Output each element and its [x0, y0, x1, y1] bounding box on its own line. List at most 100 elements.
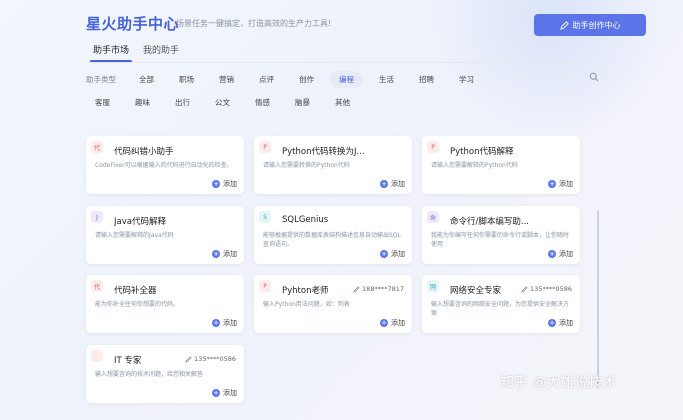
add-label: 添加	[559, 319, 573, 327]
assistant-description: 请输入您需要转换的Python代码	[263, 162, 350, 169]
author-name: 188****7817	[362, 285, 404, 293]
filter-chip[interactable]: 全部	[130, 71, 163, 88]
creator-center-label: 助手创作中心	[572, 20, 621, 30]
plus-icon: +	[212, 250, 220, 258]
filter-chip[interactable]: 营销	[210, 71, 243, 88]
plus-icon: +	[212, 180, 220, 188]
filter-chip[interactable]: 编程	[330, 70, 363, 88]
filter-chip[interactable]: 出行	[166, 94, 199, 111]
plus-icon: +	[380, 180, 388, 188]
filter-chip[interactable]: 公文	[206, 94, 239, 111]
search-icon[interactable]	[589, 72, 599, 82]
assistant-card[interactable]: S SQLGenius 能够根据提供的数据库表结构描述信息自动输出SQL查询语句。 +…	[254, 206, 412, 264]
type-filter: 助手类型 全部 职场 营销 点评 创作 编程 生活 招聘 学习 客服 趣味 出行 公文 情感 脑暴 其他	[86, 70, 606, 117]
assistant-title: 命令行/脚本编写助...	[450, 217, 529, 227]
add-assistant-button[interactable]: + 添加	[212, 179, 237, 189]
assistant-title: Pyhton老师	[282, 286, 329, 296]
tab-assistant-market[interactable]: 助手市场	[86, 44, 136, 62]
assistant-description: 输入想要咨询的网络安全问题，为您提供安全解决方案	[431, 301, 570, 317]
add-label: 添加	[559, 180, 573, 188]
assistant-description: 能够根据提供的数据库表结构描述信息自动输出SQL查询语句。	[263, 232, 401, 248]
add-label: 添加	[391, 319, 405, 327]
assistant-card[interactable]: 命命令行/脚本编写助... 我能为你编写任何你需要的命令行或脚本，让你随时使用 + 添…	[422, 206, 580, 264]
page-title: 星火助手中心	[86, 15, 180, 33]
add-label: 添加	[559, 250, 573, 258]
filter-chip[interactable]: 其他	[326, 94, 359, 111]
add-label: 添加	[391, 180, 405, 188]
filter-chip[interactable]: 趣味	[126, 94, 159, 111]
assistant-avatar-icon: 网	[427, 280, 439, 292]
assistant-avatar-icon: J	[91, 211, 103, 223]
assistant-avatar-icon: P	[259, 280, 271, 292]
assistant-avatar-icon: P	[259, 141, 271, 153]
assistant-card[interactable]: P Python代码解释 请输入您需要解释的Python代码 + 添加	[422, 136, 580, 194]
assistant-title: SQLGenius	[282, 215, 329, 225]
add-label: 添加	[391, 250, 405, 258]
assistant-title: 网络安全专家	[450, 286, 502, 296]
assistant-card[interactable]: P Pyhton老师 188****7817 输入Python用法问题，如：列表 + 添加	[254, 275, 412, 333]
add-assistant-button[interactable]: + 添加	[548, 318, 573, 328]
filter-chip[interactable]: 脑暴	[286, 94, 319, 111]
assistant-title: Python代码解释	[450, 147, 514, 157]
plus-icon: +	[380, 319, 388, 327]
filter-chip[interactable]: 生活	[370, 71, 403, 88]
plus-icon: +	[212, 319, 220, 327]
add-label: 添加	[223, 180, 237, 188]
author-name: 135****0586	[194, 355, 236, 363]
author-pen-icon	[521, 285, 528, 293]
header: 星火助手中心 场景任务一键搞定，打造高效的生产力工具! 助手创作中心	[86, 12, 683, 38]
assistant-author: 135****0586	[521, 285, 572, 293]
plus-icon: +	[212, 389, 220, 397]
add-assistant-button[interactable]: + 添加	[212, 388, 237, 398]
assistant-description: 能为你补全任何你想要的代码。	[95, 301, 180, 308]
assistant-author: 135****0586	[185, 355, 236, 363]
assistant-title: 代码补全器	[114, 286, 157, 296]
add-label: 添加	[223, 250, 237, 258]
tab-divider	[86, 62, 597, 63]
plus-icon: +	[548, 250, 556, 258]
add-assistant-button[interactable]: + 添加	[380, 318, 405, 328]
filter-chip[interactable]: 职场	[170, 71, 203, 88]
assistant-card[interactable]: P Python代码转换为J... 请输入您需要转换的Python代码 + 添加	[254, 136, 412, 194]
assistant-title: IT 专家	[114, 356, 142, 366]
filter-chip[interactable]: 点评	[250, 71, 283, 88]
filter-chip[interactable]: 学习	[450, 71, 483, 88]
assistant-description: 请输入您需要解释的Java代码	[95, 232, 174, 239]
assistant-title: Java代码解释	[114, 217, 166, 227]
assistant-description: 我能为你编写任何你需要的命令行或脚本，让你随时使用	[431, 232, 570, 248]
tab-my-assistants[interactable]: 我的助手	[136, 44, 186, 62]
page-slogan: 场景任务一键搞定，打造高效的生产力工具!	[176, 19, 332, 28]
add-assistant-button[interactable]: + 添加	[212, 318, 237, 328]
assistant-avatar-icon: 命	[427, 211, 439, 223]
add-assistant-button[interactable]: + 添加	[212, 249, 237, 259]
assistant-avatar-icon: 代	[91, 141, 103, 153]
scrollbar[interactable]	[597, 210, 599, 388]
filter-chip[interactable]: 情感	[246, 94, 279, 111]
add-assistant-button[interactable]: + 添加	[548, 179, 573, 189]
add-label: 添加	[223, 319, 237, 327]
assistant-author: 188****7817	[353, 285, 404, 293]
assistant-card[interactable]: 代代码补全器 能为你补全任何你想要的代码。 + 添加	[86, 275, 244, 333]
author-pen-icon	[185, 355, 192, 363]
add-assistant-button[interactable]: + 添加	[548, 249, 573, 259]
add-assistant-button[interactable]: + 添加	[380, 179, 405, 189]
watermark: 知乎 @大雄说技术	[500, 375, 617, 391]
plus-icon: +	[380, 250, 388, 258]
assistant-card[interactable]: J Java代码解释请输入您需要解释的Java代码 + 添加	[86, 206, 244, 264]
assistant-avatar-icon: S	[259, 211, 271, 223]
author-pen-icon	[353, 285, 360, 293]
add-label: 添加	[223, 389, 237, 397]
add-assistant-button[interactable]: + 添加	[380, 249, 405, 259]
creator-center-button[interactable]: 助手创作中心	[534, 14, 646, 36]
assistant-description: CodeFixer可以根据输入的代码进行自动化的检查。	[95, 162, 233, 169]
filter-label: 助手类型	[86, 74, 116, 84]
filter-chip[interactable]: 客服	[86, 94, 119, 111]
assistant-card[interactable]: IT 专家 135****0586 输入想要咨询的技术问题，给您相关解答 + 添加	[86, 345, 244, 403]
assistant-description: 输入想要咨询的技术问题，给您相关解答	[95, 371, 204, 378]
assistant-description: 请输入您需要解释的Python代码	[431, 162, 518, 169]
assistant-avatar-icon	[91, 350, 103, 362]
filter-chip[interactable]: 招聘	[410, 71, 443, 88]
assistant-card[interactable]: 代代码纠错小助手 CodeFixer可以根据输入的代码进行自动化的检查。 + 添加	[86, 136, 244, 194]
assistant-card[interactable]: 网网络安全专家 135****0586 输入想要咨询的网络安全问题，为您提供安全解决…	[422, 275, 580, 333]
filter-chip[interactable]: 创作	[290, 71, 323, 88]
